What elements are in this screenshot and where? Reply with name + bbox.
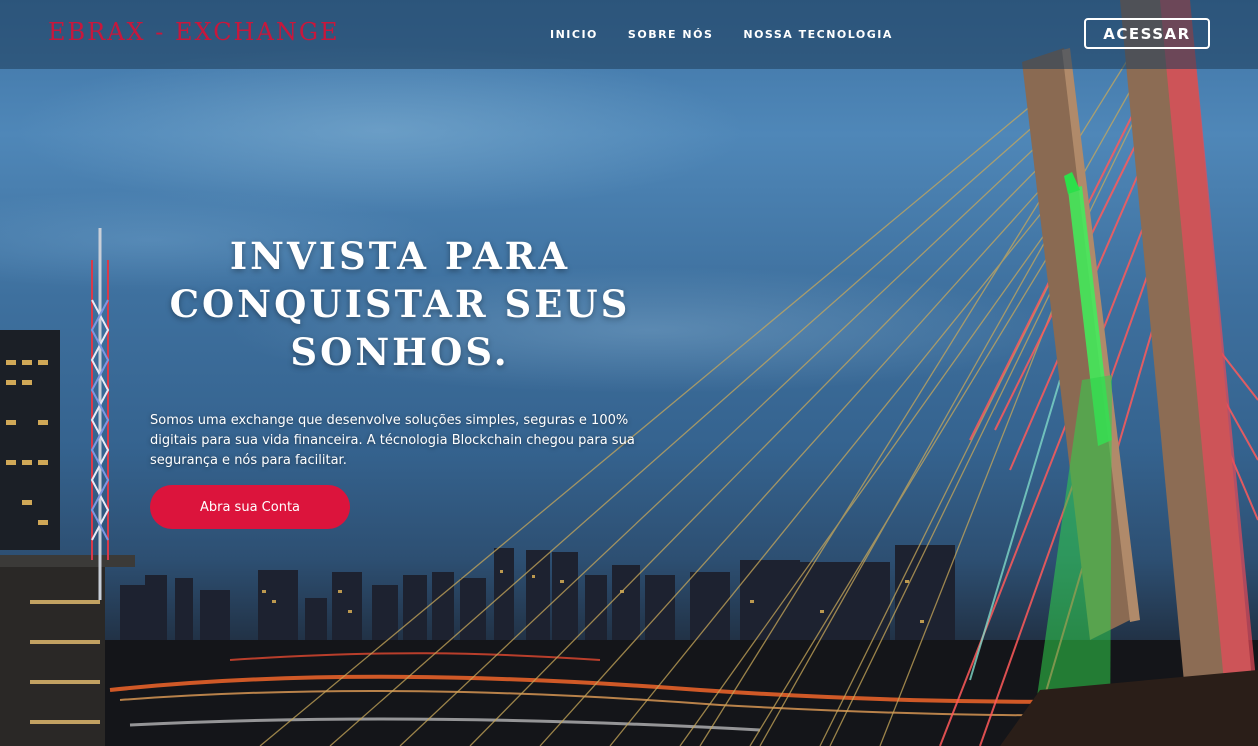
cable-stayed-bridge xyxy=(1000,0,1258,746)
top-navbar: EBRAX - EXCHANGE INICIO SOBRE NÓS NOSSA … xyxy=(0,0,1258,69)
nav-link-inicio[interactable]: INICIO xyxy=(550,28,598,41)
nav-link-nossa-tecnologia[interactable]: NOSSA TECNOLOGIA xyxy=(743,28,893,41)
nav-link-sobre-nos[interactable]: SOBRE NÓS xyxy=(628,28,713,41)
hero-section: EBRAX - EXCHANGE INICIO SOBRE NÓS NOSSA … xyxy=(0,0,1258,746)
hero-description: Somos uma exchange que desenvolve soluçõ… xyxy=(150,413,635,468)
hero-headline: INVISTA PARA CONQUISTAR SEUS SONHOS. xyxy=(169,234,631,374)
open-account-button[interactable]: Abra sua Conta xyxy=(150,485,350,529)
radio-tower xyxy=(90,228,110,600)
nav-menu: INICIO SOBRE NÓS NOSSA TECNOLOGIA xyxy=(550,28,893,41)
brand-logo[interactable]: EBRAX - EXCHANGE xyxy=(48,18,340,46)
login-button[interactable]: ACESSAR xyxy=(1084,18,1210,49)
